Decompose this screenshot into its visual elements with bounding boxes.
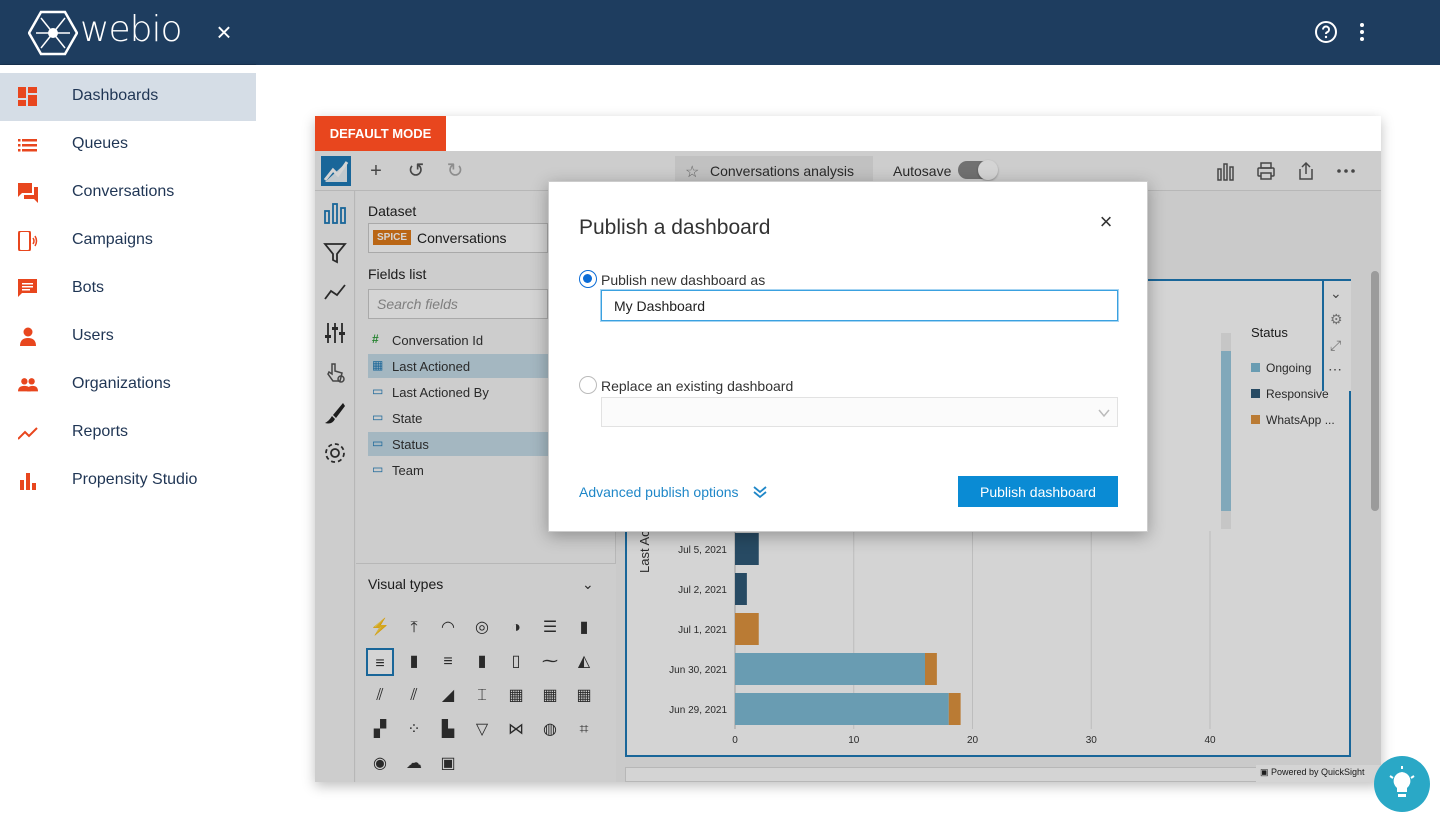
sidebar-item-label: Queues <box>72 135 129 152</box>
logo-area: webio × <box>0 0 256 65</box>
sidebar-item-label: Bots <box>72 279 105 296</box>
publish-new-radio[interactable] <box>579 270 597 288</box>
sidebar-item-label: Organizations <box>72 375 171 392</box>
publish-dashboard-button[interactable]: Publish dashboard <box>958 476 1118 507</box>
trend-icon <box>18 427 38 440</box>
list-icon <box>18 139 37 152</box>
publish-dashboard-dialog: Publish a dashboard × Publish new dashbo… <box>548 181 1148 532</box>
replace-existing-radio[interactable] <box>579 376 597 394</box>
sidebar-item-organizations[interactable]: Organizations <box>0 361 256 409</box>
sidebar-item-label: Conversations <box>72 183 175 200</box>
dialog-title: Publish a dashboard <box>579 216 771 239</box>
bar-chart-icon <box>20 473 36 490</box>
sidebar-item-bots[interactable]: Bots <box>0 265 256 313</box>
advanced-publish-options-link[interactable]: Advanced publish options <box>579 484 739 500</box>
sidebar-item-label: Dashboards <box>72 87 159 104</box>
double-chevron-down-icon[interactable] <box>752 485 768 499</box>
help-icon[interactable] <box>1314 20 1338 44</box>
sidebar-item-reports[interactable]: Reports <box>0 409 256 457</box>
sidebar: Dashboards Queues Conversations Campaign… <box>0 65 256 822</box>
sidebar-item-queues[interactable]: Queues <box>0 121 256 169</box>
group-icon <box>18 378 38 392</box>
help-bulb-button[interactable] <box>1374 756 1430 812</box>
existing-dashboard-select[interactable] <box>601 397 1118 427</box>
publish-new-label: Publish new dashboard as <box>601 272 766 288</box>
lightbulb-icon <box>1389 766 1415 797</box>
close-icon[interactable]: × <box>1097 211 1115 233</box>
replace-existing-label: Replace an existing dashboard <box>601 378 794 394</box>
dashboard-icon <box>18 87 37 106</box>
sidebar-item-label: Propensity Studio <box>72 471 198 488</box>
phone-icon <box>18 231 38 251</box>
sidebar-item-users[interactable]: Users <box>0 313 256 361</box>
close-sidebar-button[interactable]: × <box>212 19 236 45</box>
dashboard-name-input[interactable] <box>601 290 1118 321</box>
sidebar-item-conversations[interactable]: Conversations <box>0 169 256 217</box>
sidebar-item-dashboards[interactable]: Dashboards <box>0 73 256 121</box>
default-mode-badge: DEFAULT MODE <box>315 116 446 151</box>
sidebar-item-label: Users <box>72 327 114 344</box>
chevron-down-icon <box>1098 409 1110 418</box>
person-icon <box>20 327 36 346</box>
more-menu-icon[interactable] <box>1352 20 1372 44</box>
sidebar-item-label: Campaigns <box>72 231 153 248</box>
app-name: webio <box>80 9 182 50</box>
sidebar-item-label: Reports <box>72 423 129 440</box>
message-icon <box>18 279 37 297</box>
chat-icon <box>18 183 38 203</box>
webio-logo-icon <box>28 10 78 56</box>
sidebar-item-campaigns[interactable]: Campaigns <box>0 217 256 265</box>
sidebar-item-propensity-studio[interactable]: Propensity Studio <box>0 457 256 505</box>
